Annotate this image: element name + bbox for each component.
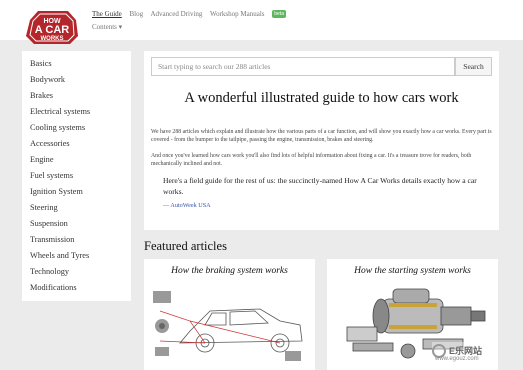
nav-blog[interactable]: Blog [130, 10, 144, 18]
braking-system-illustration [153, 291, 303, 361]
testimonial-quote: Here's a field guide for the rest of us:… [163, 176, 477, 196]
sidebar-item-accessories[interactable]: Accessories [30, 139, 70, 148]
sidebar-item-brakes[interactable]: Brakes [30, 91, 53, 100]
nav-workshop-manuals[interactable]: Workshop Manuals [210, 10, 264, 18]
how-a-car-works-logo[interactable]: HOW A CAR WORKS [24, 6, 80, 48]
sidebar: Basics Bodywork Brakes Electrical system… [22, 51, 131, 301]
search-button[interactable]: Search [455, 57, 492, 76]
article-title[interactable]: How the braking system works [144, 266, 315, 276]
svg-text:A CAR: A CAR [35, 24, 69, 36]
intro-panel: Start typing to search our 288 articles … [144, 51, 499, 230]
sidebar-item-modifications[interactable]: Modifications [30, 283, 77, 292]
top-bar: HOW A CAR WORKS The Guide Blog Advanced … [0, 0, 523, 44]
sidebar-item-steering[interactable]: Steering [30, 203, 58, 212]
search-input[interactable]: Start typing to search our 288 articles [151, 57, 455, 76]
watermark-url: www.egouz.com [435, 356, 479, 362]
sidebar-item-bodywork[interactable]: Bodywork [30, 75, 65, 84]
sidebar-item-ignition-system[interactable]: Ignition System [30, 187, 83, 196]
beta-badge: beta [272, 10, 286, 18]
egouz-watermark: E乐网站 www.egouz.com [432, 342, 492, 364]
main-nav: The Guide Blog Advanced Driving Workshop… [92, 10, 292, 18]
testimonial-source-link[interactable]: — AutoWeek USA [163, 202, 211, 209]
sidebar-item-engine[interactable]: Engine [30, 155, 54, 164]
sidebar-item-technology[interactable]: Technology [30, 267, 69, 276]
sidebar-item-wheels-and-tyres[interactable]: Wheels and Tyres [30, 251, 89, 260]
sidebar-item-fuel-systems[interactable]: Fuel systems [30, 171, 73, 180]
featured-article-braking[interactable]: How the braking system works [144, 259, 315, 370]
page-title: A wonderful illustrated guide to how car… [184, 90, 459, 106]
sidebar-item-transmission[interactable]: Transmission [30, 235, 74, 244]
contents-dropdown[interactable]: Contents ▾ [92, 23, 122, 31]
sidebar-item-suspension[interactable]: Suspension [30, 219, 68, 228]
svg-text:WORKS: WORKS [41, 36, 64, 42]
sidebar-item-basics[interactable]: Basics [30, 59, 52, 68]
nav-the-guide[interactable]: The Guide [92, 10, 122, 18]
nav-advanced-driving[interactable]: Advanced Driving [151, 10, 203, 18]
sidebar-item-cooling-systems[interactable]: Cooling systems [30, 123, 85, 132]
article-title[interactable]: How the starting system works [327, 266, 498, 276]
featured-heading: Featured articles [144, 239, 227, 253]
intro-paragraph: We have 288 articles which explain and i… [151, 129, 492, 143]
intro-paragraph-2: And once you've learned how cars work yo… [151, 153, 472, 167]
sidebar-item-electrical-systems[interactable]: Electrical systems [30, 107, 90, 116]
